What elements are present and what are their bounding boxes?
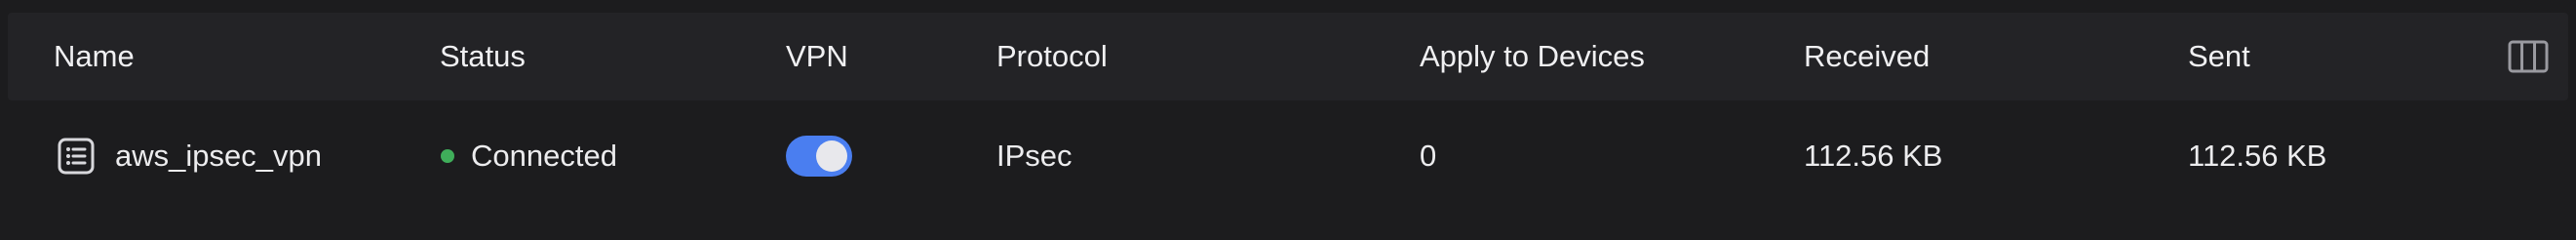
table-row[interactable]: aws_ipsec_vpn Connected IPsec 0 112.56 K… [8,100,2568,212]
column-header-status[interactable]: Status [440,13,526,100]
columns-icon[interactable] [2508,40,2549,73]
status-connected-dot [441,149,454,163]
sent-value: 112.56 KB [2188,139,2327,173]
vpn-table: Name Status VPN Protocol Apply to Device… [0,0,2576,240]
received-value: 112.56 KB [1804,139,1943,173]
column-header-name[interactable]: Name [54,13,135,100]
vpn-cell [786,100,852,212]
column-header-sent[interactable]: Sent [2188,13,2250,100]
column-header-received[interactable]: Received [1804,13,1930,100]
vpn-toggle[interactable] [786,136,852,177]
column-header-protocol[interactable]: Protocol [996,13,1108,100]
apply-to-devices-value: 0 [1420,139,1437,173]
status-cell: Connected [441,100,617,212]
list-document-icon [58,138,95,175]
protocol-value: IPsec [996,139,1073,173]
vpn-toggle-knob [816,140,847,172]
column-header-apply-to-devices[interactable]: Apply to Devices [1420,13,1645,100]
name-cell: aws_ipsec_vpn [57,100,322,212]
column-header-vpn[interactable]: VPN [786,13,848,100]
status-text: Connected [471,139,617,173]
table-header: Name Status VPN Protocol Apply to Device… [8,13,2568,100]
vpn-name[interactable]: aws_ipsec_vpn [115,139,322,174]
